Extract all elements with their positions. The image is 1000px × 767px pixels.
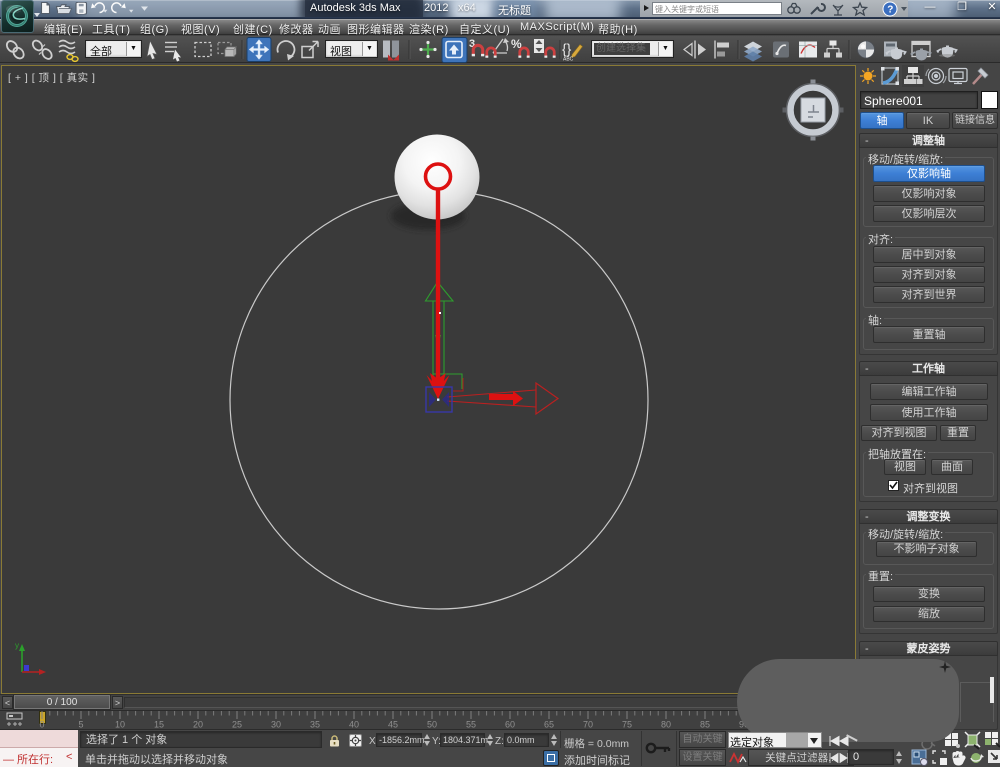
svg-text:50: 50 <box>427 720 437 730</box>
svg-text:30: 30 <box>271 720 281 730</box>
svg-text:{}: {} <box>562 41 572 57</box>
svg-text:25: 25 <box>232 720 242 730</box>
svg-text:55: 55 <box>466 720 476 730</box>
svg-text:5: 5 <box>78 720 83 730</box>
svg-text:40: 40 <box>349 720 359 730</box>
svg-text:45: 45 <box>388 720 398 730</box>
svg-text:ABC: ABC <box>563 57 574 63</box>
svg-text:75: 75 <box>622 720 632 730</box>
svg-text:20: 20 <box>193 720 203 730</box>
svg-text:65: 65 <box>544 720 554 730</box>
svg-text:80: 80 <box>661 720 671 730</box>
svg-text:60: 60 <box>505 720 515 730</box>
svg-text:0: 0 <box>39 720 44 730</box>
svg-text:70: 70 <box>583 720 593 730</box>
svg-text:15: 15 <box>154 720 164 730</box>
svg-text:35: 35 <box>310 720 320 730</box>
svg-text:85: 85 <box>700 720 710 730</box>
svg-text:?: ? <box>887 5 893 16</box>
svg-text:y: y <box>15 641 19 650</box>
svg-text:10: 10 <box>115 720 125 730</box>
